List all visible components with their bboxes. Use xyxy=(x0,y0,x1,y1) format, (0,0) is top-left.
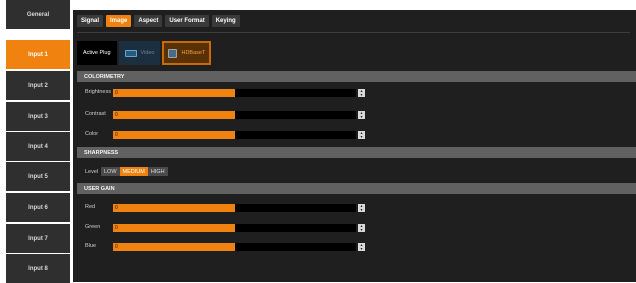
colorimetry-header: COLORIMETRY xyxy=(77,71,636,82)
sharpness-low-button[interactable]: LOW xyxy=(101,167,120,176)
sidebar-item-input-3[interactable]: Input 3 xyxy=(6,102,70,131)
brightness-slider[interactable]: 0 xyxy=(113,89,356,97)
brightness-label: Brightness xyxy=(85,89,111,95)
hdbaset-connector-icon xyxy=(168,48,178,58)
sidebar-item-label: Input 2 xyxy=(28,82,48,89)
color-value: 0 xyxy=(115,132,118,138)
blue-slider[interactable]: 0 xyxy=(113,243,356,251)
user-gain-header: USER GAIN xyxy=(77,183,636,194)
tab-aspect[interactable]: Aspect xyxy=(134,15,163,27)
brightness-fill xyxy=(113,89,235,97)
red-value: 0 xyxy=(115,205,118,211)
divider xyxy=(77,32,630,33)
sidebar-item-input-2[interactable]: Input 2 xyxy=(6,71,70,100)
blue-stepper[interactable]: ▴ ▾ xyxy=(358,243,365,251)
green-slider[interactable]: 0 xyxy=(113,224,356,232)
active-plug-label: Active Plug xyxy=(83,50,111,56)
sidebar-item-label: Input 7 xyxy=(28,235,48,242)
sharpness-selector: LOW MEDIUM HIGH xyxy=(101,167,168,176)
tab-image[interactable]: Image xyxy=(106,15,132,27)
contrast-stepper[interactable]: ▴ ▾ xyxy=(358,111,365,119)
sidebar-item-label: Input 3 xyxy=(28,113,48,120)
green-fill xyxy=(113,224,235,232)
tab-signal[interactable]: Signal xyxy=(77,15,104,27)
red-stepper[interactable]: ▴ ▾ xyxy=(358,204,365,212)
blue-fill xyxy=(113,243,235,251)
sidebar-item-label: General xyxy=(26,11,50,18)
sidebar-item-label: Input 1 xyxy=(28,51,48,58)
video-source-button[interactable]: Video xyxy=(118,41,161,65)
color-fill xyxy=(113,131,235,139)
green-stepper[interactable]: ▴ ▾ xyxy=(358,224,365,232)
tab-keying[interactable]: Keying xyxy=(211,15,240,27)
video-connector-icon xyxy=(124,49,137,57)
sidebar-item-input-8[interactable]: Input 8 xyxy=(6,254,70,283)
source-selector: Active Plug Video HDBaseT xyxy=(77,41,212,65)
contrast-value: 0 xyxy=(115,112,118,118)
sharpness-medium-button[interactable]: MEDIUM xyxy=(119,167,148,176)
green-label: Green xyxy=(85,224,101,230)
hdbaset-source-button[interactable]: HDBaseT xyxy=(162,41,212,65)
red-label: Red xyxy=(85,204,96,210)
sidebar-item-label: Input 6 xyxy=(28,204,48,211)
sidebar-item-general[interactable]: General xyxy=(6,0,70,29)
brightness-stepper[interactable]: ▴ ▾ xyxy=(358,89,365,97)
color-stepper[interactable]: ▴ ▾ xyxy=(358,131,365,139)
sidebar-item-input-6[interactable]: Input 6 xyxy=(6,193,70,222)
sharpness-high-button[interactable]: HIGH xyxy=(147,167,168,176)
blue-label: Blue xyxy=(85,243,97,249)
contrast-fill xyxy=(113,111,235,119)
green-value: 0 xyxy=(115,225,118,231)
brightness-value: 0 xyxy=(115,90,118,96)
active-plug-button[interactable]: Active Plug xyxy=(77,41,117,65)
sidebar-item-input-4[interactable]: Input 4 xyxy=(6,132,70,161)
contrast-slider[interactable]: 0 xyxy=(113,111,356,119)
hdbaset-label: HDBaseT xyxy=(181,50,206,56)
red-slider[interactable]: 0 xyxy=(113,204,356,212)
sidebar-item-input-1[interactable]: Input 1 xyxy=(6,40,70,69)
sidebar-item-input-7[interactable]: Input 7 xyxy=(6,224,70,253)
contrast-label: Contrast xyxy=(85,111,106,117)
video-label: Video xyxy=(140,50,155,56)
color-slider[interactable]: 0 xyxy=(113,131,356,139)
tab-user-format[interactable]: User Format xyxy=(165,15,209,27)
sidebar-item-label: Input 8 xyxy=(28,265,48,272)
sharpness-header: SHARPNESS xyxy=(77,147,636,158)
main-panel: Signal Image Aspect User Format Keying A… xyxy=(73,10,636,282)
blue-value: 0 xyxy=(115,244,118,250)
sidebar: General Input 1 Input 2 Input 3 Input 4 … xyxy=(6,0,70,283)
red-fill xyxy=(113,204,235,212)
sidebar-item-input-5[interactable]: Input 5 xyxy=(6,162,70,191)
color-label: Color xyxy=(85,131,99,137)
sidebar-item-label: Input 5 xyxy=(28,173,48,180)
sidebar-item-label: Input 4 xyxy=(28,143,48,150)
sharpness-level-label: Level xyxy=(85,169,99,175)
tab-bar: Signal Image Aspect User Format Keying xyxy=(77,15,240,27)
